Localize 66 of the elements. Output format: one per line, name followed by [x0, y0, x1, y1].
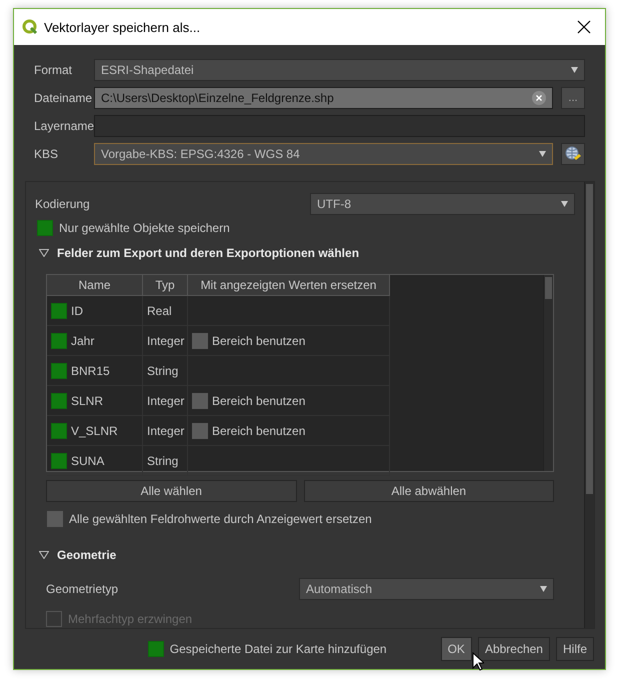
checkbox[interactable]: [192, 422, 208, 438]
field-label: Dateiname: [34, 91, 94, 105]
checkbox[interactable]: [47, 511, 63, 527]
checkbox[interactable]: [51, 302, 67, 318]
table-cell: ID: [71, 304, 83, 318]
dropdown-arrow-icon: [539, 151, 546, 157]
column-header[interactable]: Name: [47, 275, 143, 296]
dropdown-arrow-icon: [571, 67, 578, 73]
checkbox[interactable]: [148, 641, 164, 657]
close-icon[interactable]: [577, 20, 591, 34]
table-cell: Real: [147, 304, 172, 318]
checkbox-label: Bereich benutzen: [212, 394, 306, 408]
checkbox-label: Gespeicherte Datei zur Karte hinzufügen: [170, 642, 387, 656]
field-label: Format: [34, 63, 74, 77]
table-cell: BNR15: [71, 364, 110, 378]
collapse-arrow-icon[interactable]: [39, 551, 49, 559]
table-cell: V_SLNR: [71, 424, 118, 438]
checkbox[interactable]: [51, 362, 67, 378]
checkbox-label: Bereich benutzen: [212, 424, 306, 438]
select-button[interactable]: Alle abwählen: [304, 480, 554, 502]
section-title: Geometrie: [57, 548, 116, 562]
scrollbar[interactable]: [543, 275, 553, 471]
geometry-type-dropdown[interactable]: Automatisch: [299, 578, 554, 600]
checkbox[interactable]: [51, 332, 67, 348]
checkbox-label: Bereich benutzen: [212, 334, 306, 348]
field-label: Kodierung: [35, 197, 90, 211]
dialog-button[interactable]: Abbrechen: [478, 637, 550, 661]
checkbox[interactable]: [51, 392, 67, 408]
column-header[interactable]: Typ: [143, 275, 188, 296]
table-cell: String: [147, 454, 178, 468]
checkbox-label: Nur gewählte Objekte speichern: [59, 221, 230, 235]
dialog-button[interactable]: Hilfe: [556, 637, 594, 661]
filename-field[interactable]: C:\Users\Desktop\Einzelne_Feldgrenze.shp: [94, 87, 553, 109]
checkbox[interactable]: [192, 392, 208, 408]
dialog-button[interactable]: OK: [440, 637, 472, 661]
crs-dropdown[interactable]: Vorgabe-KBS: EPSG:4326 - WGS 84: [94, 143, 553, 165]
checkbox[interactable]: [51, 422, 67, 438]
encoding-dropdown[interactable]: UTF-8: [310, 193, 575, 215]
field-label: Layername: [34, 119, 94, 133]
mouse-cursor-icon: [472, 652, 484, 671]
table-cell: SUNA: [71, 454, 104, 468]
dropdown-arrow-icon: [561, 201, 568, 207]
select-button[interactable]: Alle wählen: [46, 480, 296, 502]
column-header[interactable]: Mit angezeigten Werten ersetzen: [188, 275, 390, 296]
browse-button[interactable]: ...: [561, 87, 585, 109]
field-label: KBS: [34, 147, 60, 161]
checkbox[interactable]: [192, 332, 208, 348]
checkbox-label: Alle gewählten Feldrohwerte durch Anzeigewert ersetzen: [69, 512, 372, 526]
table-cell: SLNR: [71, 394, 104, 408]
checkbox[interactable]: [37, 220, 53, 236]
table-cell: Integer: [147, 424, 184, 438]
collapse-arrow-icon[interactable]: [39, 249, 49, 257]
dropdown-arrow-icon: [540, 586, 547, 592]
clear-icon[interactable]: [532, 91, 546, 105]
format-dropdown[interactable]: ESRI-Shapedatei: [94, 59, 585, 81]
scrollbar[interactable]: [584, 182, 594, 628]
window-title: Vektorlayer speichern als...: [44, 20, 202, 34]
table-cell: Integer: [147, 334, 184, 348]
app-logo-icon: [22, 19, 38, 35]
section-title: Felder zum Export und deren Exportoptionen wählen: [57, 246, 360, 260]
globe-icon[interactable]: [561, 143, 585, 165]
table-cell: Jahr: [71, 334, 94, 348]
field-label: Geometrietyp: [46, 582, 118, 596]
table-cell: String: [147, 364, 178, 378]
table-cell: Integer: [147, 394, 184, 408]
checkbox[interactable]: [51, 452, 67, 468]
